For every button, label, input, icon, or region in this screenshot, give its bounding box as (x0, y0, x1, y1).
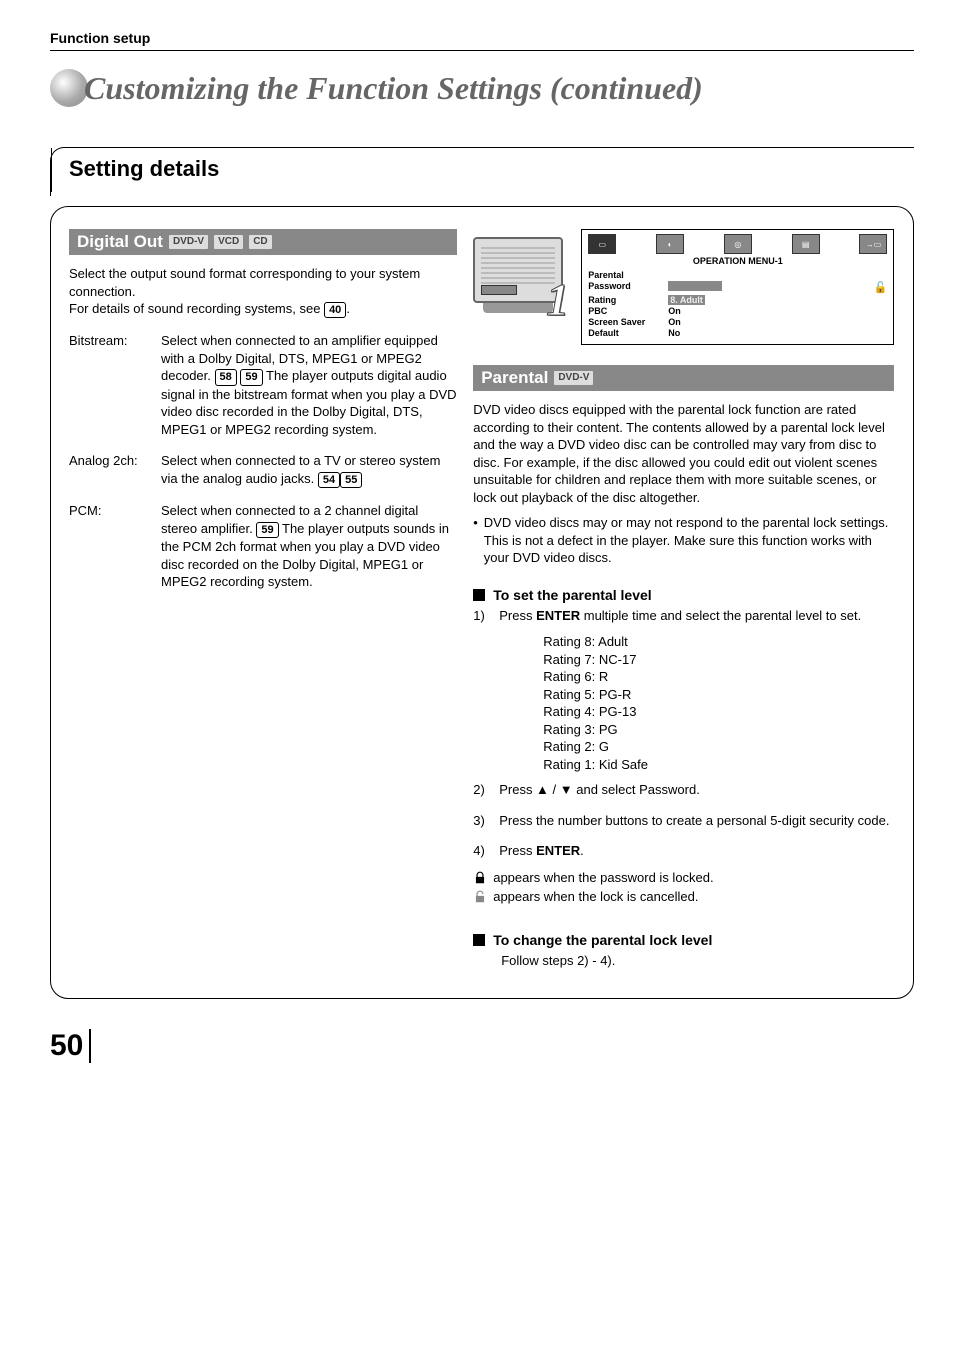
step1-a: Press (499, 608, 536, 623)
unlocked-row: appears when the lock is cancelled. (473, 889, 894, 904)
term-analog2ch: Analog 2ch: (69, 452, 161, 488)
section-title: Setting details (51, 148, 914, 196)
step-1: 1) Press ENTER multiple time and select … (473, 607, 894, 625)
rating-item: Rating 6: R (543, 668, 894, 686)
digital-out-heading: Digital Out DVD-V VCD CD (69, 229, 457, 255)
osd-row-label: Rating (588, 295, 668, 305)
osd-nav-icon: ◐ (656, 234, 684, 254)
page-number: 50 (50, 1029, 91, 1063)
desc-analog2ch: Select when connected to a TV or stereo … (161, 452, 457, 488)
left-column: Digital Out DVD-V VCD CD Select the outp… (69, 229, 457, 970)
step-4: 4) Press ENTER. (473, 842, 894, 860)
osd-nav-icon: ▭ (588, 234, 616, 254)
step-3: 3) Press the number buttons to create a … (473, 812, 894, 830)
def-pcm: PCM: Select when connected to a 2 channe… (69, 502, 457, 590)
osd-row-label: Password (588, 281, 668, 294)
step4-a: Press (499, 843, 536, 858)
page-header: Function setup (50, 30, 914, 51)
osd-row-label: PBC (588, 306, 668, 316)
def-analog2ch: Analog 2ch: Select when connected to a T… (69, 452, 457, 488)
step-2: 2) Press ▲ / ▼ and select Password. (473, 781, 894, 799)
lock-open-icon: 🔓 (873, 281, 887, 294)
pageref-59: 59 (240, 369, 262, 385)
pageref-55: 55 (340, 472, 362, 488)
unlocked-text: appears when the lock is cancelled. (493, 889, 698, 904)
osd-title: OPERATION MENU-1 (588, 256, 887, 266)
section-box: Setting details (50, 147, 914, 196)
badge-vcd: VCD (214, 235, 243, 249)
pageref-54: 54 (318, 472, 340, 488)
rating-item: Rating 4: PG-13 (543, 703, 894, 721)
bullet-dot: • (473, 514, 478, 567)
parental-heading: Parental DVD-V (473, 365, 894, 391)
osd-row-value: On (668, 306, 873, 316)
square-bullet-icon (473, 934, 485, 946)
term-pcm: PCM: (69, 502, 161, 590)
osd-nav-icon: →▭ (859, 234, 887, 254)
osd-nav-icon: ◎ (724, 234, 752, 254)
locked-row: appears when the password is locked. (473, 870, 894, 885)
desc-bitstream: Select when connected to an amplifier eq… (161, 332, 457, 438)
analog-a: Select when connected to a TV or stereo … (161, 453, 440, 486)
intro2-a: For details of sound recording systems, … (69, 301, 324, 316)
change-parental-heading-text: To change the parental lock level (493, 932, 712, 948)
rating-item: Rating 8: Adult (543, 633, 894, 651)
intro2-b: . (346, 301, 350, 316)
page-title-row: Customizing the Function Settings (conti… (50, 69, 914, 107)
pageref-59b: 59 (256, 522, 278, 538)
step1-b: ENTER (536, 608, 580, 623)
rating-item: Rating 3: PG (543, 721, 894, 739)
step4-c: . (580, 843, 584, 858)
osd-row-label: Parental (588, 270, 668, 280)
set-parental-heading-text: To set the parental level (493, 587, 651, 603)
step1-c: multiple time and select the parental le… (580, 608, 861, 623)
locked-text: appears when the password is locked. (493, 870, 713, 885)
parental-note-text: DVD video discs may or may not respond t… (484, 514, 895, 567)
rating-item: Rating 7: NC-17 (543, 651, 894, 669)
ratings-list: Rating 8: Adult Rating 7: NC-17 Rating 6… (543, 633, 894, 773)
right-column: 1 ▭ ◐ ◎ ▤ →▭ OPERATION MENU-1 Parental P… (473, 229, 894, 970)
osd-wrap: 1 ▭ ◐ ◎ ▤ →▭ OPERATION MENU-1 Parental P… (473, 229, 894, 345)
pageref-58: 58 (215, 369, 237, 385)
osd-row-label: Screen Saver (588, 317, 668, 327)
lock-closed-icon (473, 871, 487, 885)
parental-heading-text: Parental (481, 368, 548, 388)
osd-nav-icon: ▤ (792, 234, 820, 254)
change-parental-heading: To change the parental lock level (473, 932, 894, 948)
parental-para: DVD video discs equipped with the parent… (473, 401, 894, 506)
parental-note: • DVD video discs may or may not respond… (473, 514, 894, 567)
page-title: Customizing the Function Settings (conti… (84, 70, 703, 107)
def-bitstream: Bitstream: Select when connected to an a… (69, 332, 457, 438)
square-bullet-icon (473, 589, 485, 601)
osd-row-value-hl: 8. Adult (668, 295, 705, 305)
osd-panel: ▭ ◐ ◎ ▤ →▭ OPERATION MENU-1 Parental Pas… (581, 229, 894, 345)
badge-dvdv: DVD-V (169, 235, 208, 249)
tv-thumbnail: 1 (473, 229, 573, 319)
rating-item: Rating 5: PG-R (543, 686, 894, 704)
digital-out-intro1: Select the output sound format correspon… (69, 265, 457, 300)
pageref-40: 40 (324, 302, 346, 318)
change-parental-text: Follow steps 2) - 4). (501, 952, 894, 970)
set-parental-heading: To set the parental level (473, 587, 894, 603)
content-box: Digital Out DVD-V VCD CD Select the outp… (50, 206, 914, 999)
sphere-decor (50, 69, 88, 107)
rating-item: Rating 2: G (543, 738, 894, 756)
step4-b: ENTER (536, 843, 580, 858)
step3-text: Press the number buttons to create a per… (499, 812, 889, 830)
osd-grid: Parental Password_ _ _🔓 Rating8. Adult P… (588, 270, 887, 338)
term-bitstream: Bitstream: (69, 332, 161, 438)
osd-row-value: No (668, 328, 873, 338)
step2-text: Press ▲ / ▼ and select Password. (499, 781, 700, 799)
rating-item: Rating 1: Kid Safe (543, 756, 894, 774)
digital-out-intro2: For details of sound recording systems, … (69, 300, 457, 318)
desc-pcm: Select when connected to a 2 channel dig… (161, 502, 457, 590)
lock-open-icon (473, 890, 487, 904)
osd-row-value: On (668, 317, 873, 327)
badge-dvdv-parental: DVD-V (554, 371, 593, 385)
step-number-icon: 1 (546, 282, 569, 319)
digital-out-heading-text: Digital Out (77, 232, 163, 252)
badge-cd: CD (249, 235, 271, 249)
osd-row-label: Default (588, 328, 668, 338)
